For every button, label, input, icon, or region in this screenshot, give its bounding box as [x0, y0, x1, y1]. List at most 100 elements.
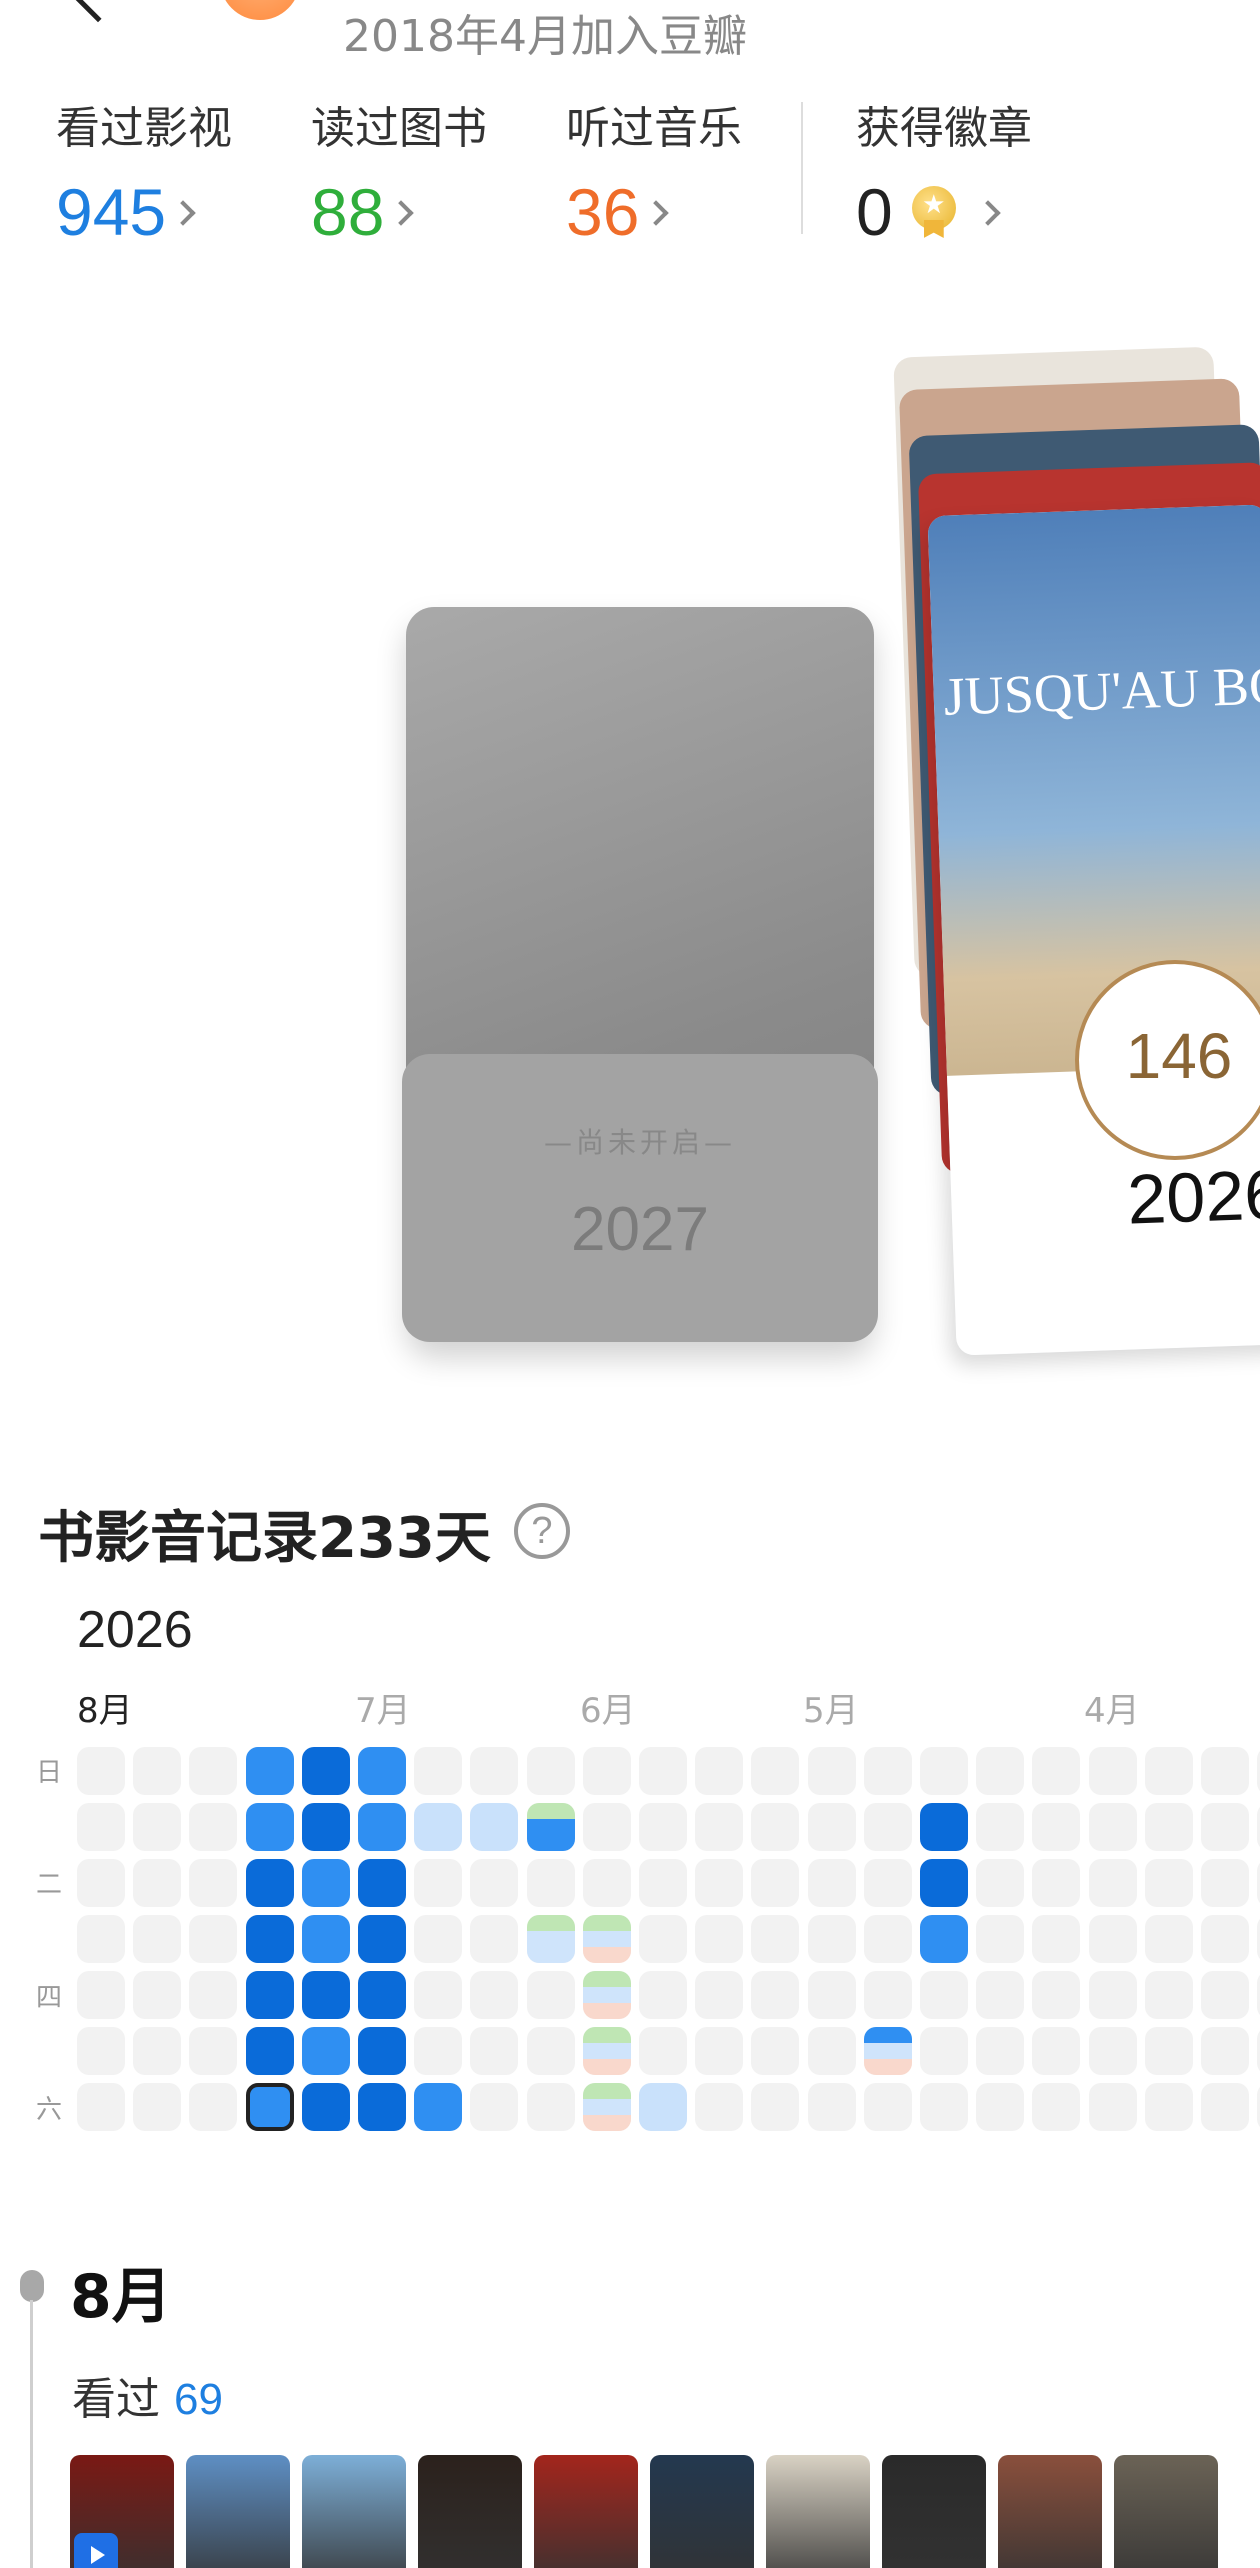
heatmap-day-cell[interactable]	[189, 1971, 238, 2019]
heatmap-day-cell[interactable]	[863, 1971, 912, 2019]
heatmap-day-cell[interactable]	[1201, 1803, 1249, 1851]
heatmap-day-cell[interactable]	[1144, 1747, 1193, 1795]
heatmap-day-cell[interactable]	[77, 1803, 125, 1851]
heatmap-day-cell[interactable]	[695, 1747, 744, 1795]
heatmap-day-cell[interactable]	[807, 1915, 856, 1963]
heatmap-day-cell[interactable]	[1144, 1971, 1193, 2019]
locked-year-card[interactable]: —尚未开启— 2027	[402, 607, 878, 1342]
heatmap-day-cell[interactable]	[133, 1971, 182, 2019]
heatmap-day-cell[interactable]	[582, 1915, 631, 1963]
heatmap-day-cell[interactable]	[526, 1859, 575, 1907]
heatmap-day-cell[interactable]	[976, 1971, 1025, 2019]
heatmap-day-cell[interactable]	[133, 1747, 182, 1795]
heatmap-day-cell[interactable]	[582, 2083, 631, 2131]
stat-badges[interactable]: 获得徽章 0 ★	[856, 92, 1032, 250]
heatmap-day-cell[interactable]	[639, 2083, 687, 2131]
movie-poster-thumb[interactable]	[186, 2455, 290, 2568]
heatmap-day-cell[interactable]	[133, 2083, 182, 2131]
heatmap-day-cell[interactable]	[582, 1803, 631, 1851]
heatmap-day-cell[interactable]	[976, 1803, 1025, 1851]
current-year-card[interactable]: JUSQU'AU BOUT DU MONDE 2026	[927, 504, 1260, 1356]
heatmap-day-cell[interactable]	[1088, 2027, 1137, 2075]
heatmap-day-cell[interactable]	[1144, 1915, 1193, 1963]
heatmap-day-cell[interactable]	[414, 2027, 463, 2075]
heatmap-day-cell[interactable]	[1088, 1803, 1137, 1851]
heatmap-day-cell[interactable]	[751, 1859, 800, 1907]
heatmap-day-cell[interactable]	[1088, 1747, 1137, 1795]
movie-poster-thumb[interactable]	[302, 2455, 406, 2568]
heatmap-day-cell[interactable]	[1201, 1859, 1249, 1907]
heatmap-day-cell[interactable]	[807, 1803, 856, 1851]
heatmap-day-cell[interactable]	[245, 2083, 294, 2131]
heatmap-day-cell[interactable]	[301, 1803, 350, 1851]
heatmap-day-cell[interactable]	[358, 1859, 406, 1907]
heatmap-day-cell[interactable]	[526, 1971, 575, 2019]
heatmap-day-cell[interactable]	[526, 2083, 575, 2131]
heatmap-day-cell[interactable]	[189, 1915, 238, 1963]
stat-watched[interactable]: 看过影视 945	[56, 92, 232, 250]
heatmap-day-cell[interactable]	[1144, 1803, 1193, 1851]
heatmap-day-cell[interactable]	[751, 1747, 800, 1795]
heatmap-day-cell[interactable]	[189, 1747, 238, 1795]
heatmap-day-cell[interactable]	[245, 1859, 294, 1907]
heatmap-day-cell[interactable]	[358, 1803, 406, 1851]
heatmap-day-cell[interactable]	[301, 2083, 350, 2131]
back-arrow-icon[interactable]	[69, 0, 127, 23]
heatmap-day-cell[interactable]	[1201, 1971, 1249, 2019]
heatmap-day-cell[interactable]	[751, 1803, 800, 1851]
heatmap-day-cell[interactable]	[189, 1803, 238, 1851]
heatmap-day-cell[interactable]	[1144, 1859, 1193, 1907]
heatmap-day-cell[interactable]	[358, 2083, 406, 2131]
heatmap-day-cell[interactable]	[751, 1971, 800, 2019]
heatmap-day-cell[interactable]	[976, 1747, 1025, 1795]
heatmap-day-cell[interactable]	[414, 1859, 463, 1907]
heatmap-day-cell[interactable]	[1088, 1971, 1137, 2019]
stat-music[interactable]: 听过音乐 36	[566, 92, 742, 250]
heatmap-day-cell[interactable]	[414, 1915, 463, 1963]
heatmap-day-cell[interactable]	[414, 1747, 463, 1795]
heatmap-day-cell[interactable]	[807, 1747, 856, 1795]
heatmap-day-cell[interactable]	[1032, 1747, 1081, 1795]
heatmap-day-cell[interactable]	[133, 1915, 182, 1963]
heatmap-day-cell[interactable]	[639, 2027, 687, 2075]
heatmap-day-cell[interactable]	[751, 1915, 800, 1963]
heatmap-day-cell[interactable]	[695, 1971, 744, 2019]
heatmap-day-cell[interactable]	[1088, 2083, 1137, 2131]
heatmap-day-cell[interactable]	[976, 2027, 1025, 2075]
movie-poster-thumb[interactable]	[998, 2455, 1102, 2568]
heatmap-day-cell[interactable]	[470, 1971, 519, 2019]
heatmap-day-cell[interactable]	[863, 1915, 912, 1963]
heatmap-day-cell[interactable]	[1032, 2027, 1081, 2075]
heatmap-day-cell[interactable]	[807, 2027, 856, 2075]
heatmap-day-cell[interactable]	[1032, 1803, 1081, 1851]
movie-poster-thumb[interactable]	[1114, 2455, 1218, 2568]
heatmap-day-cell[interactable]	[639, 1747, 687, 1795]
heatmap-day-cell[interactable]	[1201, 1747, 1249, 1795]
movie-poster-thumb[interactable]	[534, 2455, 638, 2568]
heatmap-day-cell[interactable]	[133, 1803, 182, 1851]
heatmap-day-cell[interactable]	[1032, 1971, 1081, 2019]
heatmap-day-cell[interactable]	[526, 1803, 575, 1851]
heatmap-day-cell[interactable]	[920, 1747, 968, 1795]
heatmap-day-cell[interactable]	[189, 2027, 238, 2075]
help-icon[interactable]: ?	[514, 1503, 570, 1559]
heatmap-day-cell[interactable]	[77, 2027, 125, 2075]
heatmap-day-cell[interactable]	[807, 1971, 856, 2019]
heatmap-day-cell[interactable]	[470, 1915, 519, 1963]
heatmap-day-cell[interactable]	[1032, 2083, 1081, 2131]
heatmap-day-cell[interactable]	[414, 1803, 463, 1851]
heatmap-day-cell[interactable]	[77, 1747, 125, 1795]
heatmap-day-cell[interactable]	[470, 1803, 519, 1851]
heatmap-day-cell[interactable]	[77, 1971, 125, 2019]
heatmap-day-cell[interactable]	[301, 1859, 350, 1907]
heatmap-day-cell[interactable]	[245, 1747, 294, 1795]
heatmap-day-cell[interactable]	[639, 1803, 687, 1851]
heatmap-day-cell[interactable]	[301, 1747, 350, 1795]
heatmap-day-cell[interactable]	[582, 2027, 631, 2075]
heatmap-day-cell[interactable]	[133, 1859, 182, 1907]
heatmap-day-cell[interactable]	[470, 1859, 519, 1907]
heatmap-day-cell[interactable]	[695, 1859, 744, 1907]
heatmap-day-cell[interactable]	[414, 1971, 463, 2019]
heatmap-day-cell[interactable]	[1201, 2027, 1249, 2075]
movie-poster-thumb[interactable]	[882, 2455, 986, 2568]
